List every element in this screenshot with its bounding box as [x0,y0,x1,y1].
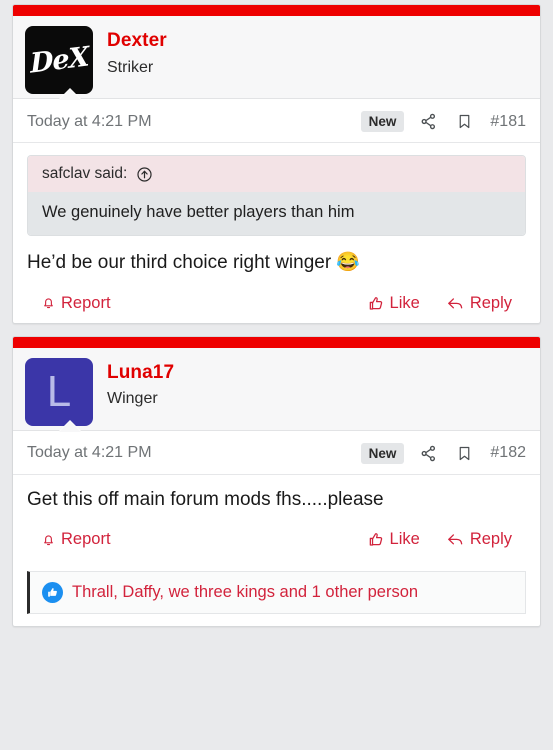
post-date[interactable]: Today at 4:21 PM [27,444,361,462]
reactions-bar[interactable]: Thrall, Daffy, we three kings and 1 othe… [27,571,526,615]
post-body: safclav said: We genuinely have better p… [13,143,540,323]
post-number[interactable]: #182 [490,444,526,462]
thumbs-up-icon [368,531,385,548]
username-link[interactable]: Luna17 [107,361,174,385]
bell-icon [41,532,56,548]
report-label: Report [61,293,111,312]
post-number[interactable]: #181 [490,113,526,131]
avatar[interactable]: DeX [25,26,93,94]
post-meta-row: Today at 4:21 PM New #182 [13,431,540,475]
reply-arrow-icon [446,531,465,548]
header-notch [59,88,81,100]
post-header: L Luna17 Winger [13,347,540,432]
post-meta-row: Today at 4:21 PM New #181 [13,99,540,143]
quote-block: safclav said: We genuinely have better p… [27,155,526,236]
status-badge: New [360,442,405,464]
post-header: DeX Dexter Striker [13,16,540,100]
reply-button[interactable]: Reply [446,294,512,313]
post-actions: Report Like Reply [27,514,526,553]
reply-label: Reply [469,293,512,312]
bell-icon [41,295,56,311]
post-actions: Report Like Reply [27,278,526,317]
post-body: Get this off main forum mods fhs.....ple… [13,475,540,560]
user-title: Striker [107,58,154,76]
laughing-emoji-icon: 😂 [336,252,360,274]
post-card: DeX Dexter Striker Today at 4:21 PM New [12,4,541,324]
post-message: Get this off main forum mods fhs.....ple… [27,487,526,515]
bookmark-icon[interactable] [454,112,474,132]
reply-label: Reply [469,530,512,549]
username-link[interactable]: Dexter [107,29,167,53]
report-button[interactable]: Report [41,294,111,313]
like-button[interactable]: Like [368,530,420,549]
post-message-text: He’d be our third choice right winger [27,252,332,273]
share-icon[interactable] [418,443,438,463]
jump-to-quote-icon[interactable] [136,166,153,183]
post-message-text: Get this off main forum mods fhs.....ple… [27,488,384,510]
user-block: Dexter Striker [93,26,167,80]
reactions-text[interactable]: Thrall, Daffy, we three kings and 1 othe… [72,583,418,603]
post-accent-bar [13,5,540,16]
like-label: Like [389,530,420,549]
user-block: Luna17 Winger [93,358,174,412]
user-title: Winger [107,390,158,408]
avatar[interactable]: L [25,357,93,426]
quote-author-label: safclav said: [42,165,128,182]
post-card: L Luna17 Winger Today at 4:21 PM New #18… [12,335,541,628]
post-accent-bar [13,336,540,348]
post-thread: DeX Dexter Striker Today at 4:21 PM New [0,0,553,628]
reply-arrow-icon [446,295,465,312]
share-icon[interactable] [418,112,438,132]
bookmark-icon[interactable] [454,443,474,463]
thumbs-up-icon [368,295,385,312]
avatar-logo-text: DeX [29,40,89,80]
status-badge: New [360,111,405,132]
post-message: He’d be our third choice right winger 😂 [27,250,526,278]
like-button[interactable]: Like [368,294,420,313]
report-label: Report [61,530,111,549]
avatar-letter: L [46,366,72,416]
post-date[interactable]: Today at 4:21 PM [27,113,361,131]
quote-text: We genuinely have better players than hi… [28,192,525,235]
report-button[interactable]: Report [41,530,111,549]
quote-attribution: safclav said: [28,156,525,192]
thumbs-up-reaction-icon [42,582,63,604]
like-label: Like [389,293,420,312]
reply-button[interactable]: Reply [446,530,512,549]
header-notch [59,419,81,432]
